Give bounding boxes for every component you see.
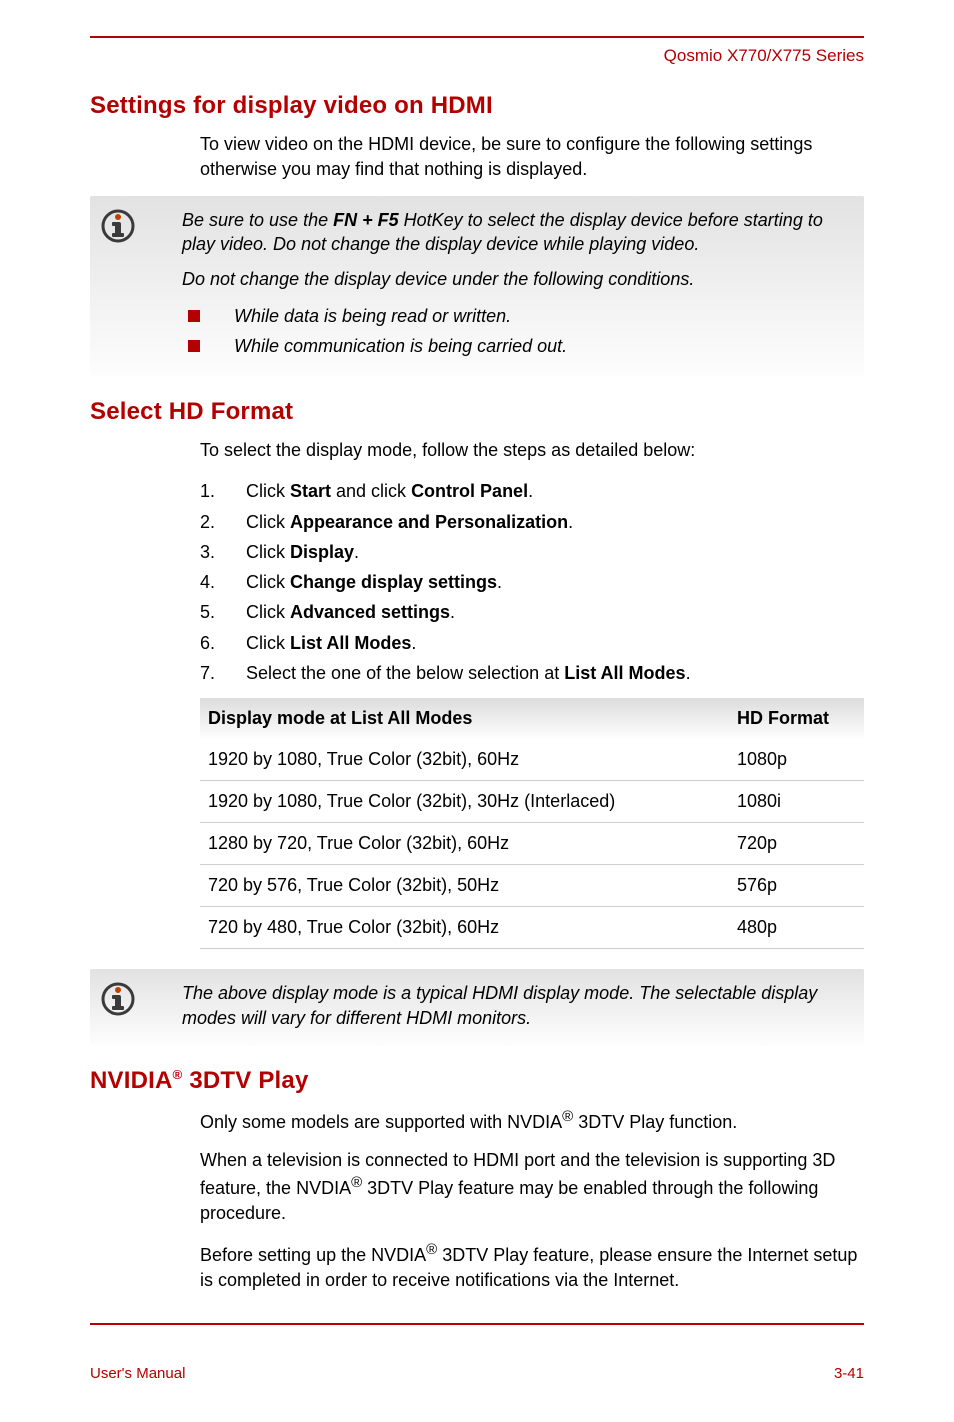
bottom-rule (90, 1323, 864, 1325)
cell-format: 1080p (729, 739, 864, 781)
cell-format: 480p (729, 906, 864, 948)
footer-right: 3-41 (834, 1365, 864, 1382)
step-suf: . (568, 512, 573, 532)
cell-mode: 1920 by 1080, True Color (32bit), 60Hz (200, 739, 729, 781)
step-item: 5. Click Advanced settings. (200, 597, 864, 627)
step-bold1: Advanced settings (290, 602, 450, 622)
step-suf: . (354, 542, 359, 562)
note1-p2: Do not change the display device under t… (182, 267, 846, 292)
hd-format-table: Display mode at List All Modes HD Format… (200, 698, 864, 949)
info-icon (98, 206, 138, 246)
note1-p1: Be sure to use the FN + F5 HotKey to sel… (182, 208, 846, 258)
step-item: 1. Click Start and click Control Panel. (200, 476, 864, 506)
note1-list: While data is being read or written. Whi… (182, 302, 846, 361)
heading-settings-hdmi: Settings for display video on HDMI (90, 92, 864, 120)
step-pre: Select the one of the below selection at (246, 663, 564, 683)
registered-icon: ® (173, 1067, 183, 1082)
table-header-format: HD Format (729, 698, 864, 739)
step-num: 6. (200, 628, 230, 658)
step-pre: Click (246, 602, 290, 622)
step-num: 2. (200, 507, 230, 537)
step-bold2: Control Panel (411, 481, 528, 501)
note1-item: While communication is being carried out… (208, 332, 846, 362)
registered-icon: ® (562, 1108, 573, 1125)
section3-p3: Before setting up the NVDIA® 3DTV Play f… (200, 1240, 864, 1293)
step-suf: . (497, 572, 502, 592)
section3-p1: Only some models are supported with NVDI… (200, 1107, 864, 1135)
note-box-1: Be sure to use the FN + F5 HotKey to sel… (90, 196, 864, 376)
step-pre: Click (246, 481, 290, 501)
top-rule (90, 36, 864, 38)
table-row: 1280 by 720, True Color (32bit), 60Hz720… (200, 822, 864, 864)
heading-pre: NVIDIA (90, 1067, 173, 1094)
table-row: 1920 by 1080, True Color (32bit), 30Hz (… (200, 780, 864, 822)
step-suf: . (686, 663, 691, 683)
table-row: 720 by 480, True Color (32bit), 60Hz480p (200, 906, 864, 948)
step-mid: and click (331, 481, 411, 501)
footer-left: User's Manual (90, 1365, 185, 1382)
step-pre: Click (246, 512, 290, 532)
steps-list: 1. Click Start and click Control Panel. 2… (200, 476, 864, 688)
step-item: 6. Click List All Modes. (200, 628, 864, 658)
step-bold1: List All Modes (290, 633, 411, 653)
step-bold1: Display (290, 542, 354, 562)
step-suf: . (528, 481, 533, 501)
step-item: 2. Click Appearance and Personalization. (200, 507, 864, 537)
step-num: 7. (200, 658, 230, 688)
table-row: 1920 by 1080, True Color (32bit), 60Hz10… (200, 739, 864, 781)
note-box-2: The above display mode is a typical HDMI… (90, 969, 864, 1045)
step-item: 7. Select the one of the below selection … (200, 658, 864, 688)
section2-intro: To select the display mode, follow the s… (200, 438, 864, 463)
cell-mode: 1280 by 720, True Color (32bit), 60Hz (200, 822, 729, 864)
note1-item: While data is being read or written. (208, 302, 846, 332)
cell-mode: 720 by 576, True Color (32bit), 50Hz (200, 864, 729, 906)
info-icon (98, 979, 138, 1019)
series-header: Qosmio X770/X775 Series (90, 46, 864, 66)
p1-post: 3DTV Play function. (573, 1112, 737, 1132)
section3-p2: When a television is connected to HDMI p… (200, 1148, 864, 1225)
heading-post: 3DTV Play (182, 1067, 308, 1094)
step-num: 1. (200, 476, 230, 506)
step-pre: Click (246, 633, 290, 653)
p3-pre: Before setting up the NVDIA (200, 1245, 426, 1265)
step-bold1: Appearance and Personalization (290, 512, 568, 532)
cell-format: 576p (729, 864, 864, 906)
step-pre: Click (246, 572, 290, 592)
step-num: 4. (200, 567, 230, 597)
section1-body: To view video on the HDMI device, be sur… (200, 132, 864, 182)
note2-text: The above display mode is a typical HDMI… (182, 981, 846, 1031)
note1-p1-bold: FN + F5 (333, 210, 399, 230)
cell-mode: 720 by 480, True Color (32bit), 60Hz (200, 906, 729, 948)
heading-nvidia-3dtv: NVIDIA® 3DTV Play (90, 1067, 864, 1095)
step-num: 3. (200, 537, 230, 567)
step-num: 5. (200, 597, 230, 627)
cell-mode: 1920 by 1080, True Color (32bit), 30Hz (… (200, 780, 729, 822)
registered-icon: ® (351, 1174, 362, 1191)
step-suf: . (450, 602, 455, 622)
step-suf: . (411, 633, 416, 653)
table-header-mode: Display mode at List All Modes (200, 698, 729, 739)
cell-format: 1080i (729, 780, 864, 822)
cell-format: 720p (729, 822, 864, 864)
step-bold1: List All Modes (564, 663, 685, 683)
registered-icon: ® (426, 1241, 437, 1258)
table-row: 720 by 576, True Color (32bit), 50Hz576p (200, 864, 864, 906)
step-bold1: Start (290, 481, 331, 501)
step-item: 4. Click Change display settings. (200, 567, 864, 597)
step-pre: Click (246, 542, 290, 562)
note1-p1-pre: Be sure to use the (182, 210, 333, 230)
step-item: 3. Click Display. (200, 537, 864, 567)
heading-select-hd-format: Select HD Format (90, 398, 864, 426)
p1-pre: Only some models are supported with NVDI… (200, 1112, 562, 1132)
page-footer: User's Manual 3-41 (90, 1365, 864, 1382)
step-bold1: Change display settings (290, 572, 497, 592)
